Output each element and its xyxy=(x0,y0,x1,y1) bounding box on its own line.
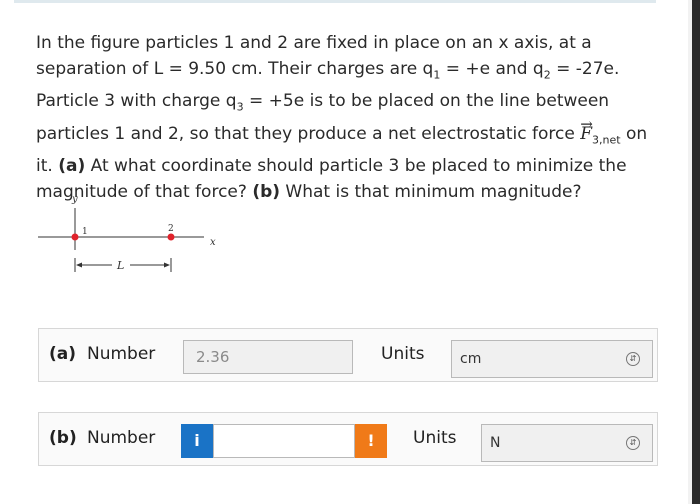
arrowhead-right-icon xyxy=(164,262,170,268)
problem-statement: In the figure particles 1 and 2 are fixe… xyxy=(36,30,662,205)
part-a-units-value: cm xyxy=(460,351,482,367)
arrowhead-left-icon xyxy=(76,262,82,268)
figure-diagram: y x 1 2 L xyxy=(38,194,216,272)
answer-row-b: (b) Number i ! Units N ⇵ xyxy=(38,412,658,466)
particle-1-label: 1 xyxy=(82,227,88,237)
part-a-number-input[interactable]: 2.36 xyxy=(183,340,353,374)
info-icon[interactable]: i xyxy=(181,424,213,458)
y-axis-label: y xyxy=(71,194,78,205)
separation-label: L xyxy=(116,259,124,272)
particle-2-dot xyxy=(167,233,175,241)
part-b-units-value: N xyxy=(490,435,501,451)
particle-2-label: 2 xyxy=(168,224,174,234)
part-b-units-label: Units xyxy=(413,428,457,448)
chevron-updown-icon: ⇵ xyxy=(626,436,640,450)
particle-1-dot xyxy=(71,233,79,241)
part-a-units-label: Units xyxy=(381,344,425,364)
part-a-label: (a) xyxy=(49,344,77,364)
part-a-number-label: Number xyxy=(87,344,156,364)
warning-icon[interactable]: ! xyxy=(355,424,387,458)
top-divider xyxy=(14,0,656,3)
part-b-number-label: Number xyxy=(87,428,156,448)
part-a-units-select[interactable]: cm ⇵ xyxy=(451,340,653,378)
x-axis-label: x xyxy=(210,237,216,248)
part-b-label: (b) xyxy=(49,428,77,448)
part-b-units-select[interactable]: N ⇵ xyxy=(481,424,653,462)
force-vector-symbol: F xyxy=(580,124,592,144)
particle-figure: y x 1 2 L xyxy=(30,190,230,280)
answer-row-a: (a) Number 2.36 Units cm ⇵ xyxy=(38,328,658,382)
force-subscript: 3,net xyxy=(592,133,621,147)
part-b-number-input[interactable] xyxy=(213,424,355,458)
window-edge xyxy=(692,0,700,504)
chevron-updown-icon: ⇵ xyxy=(626,352,640,366)
